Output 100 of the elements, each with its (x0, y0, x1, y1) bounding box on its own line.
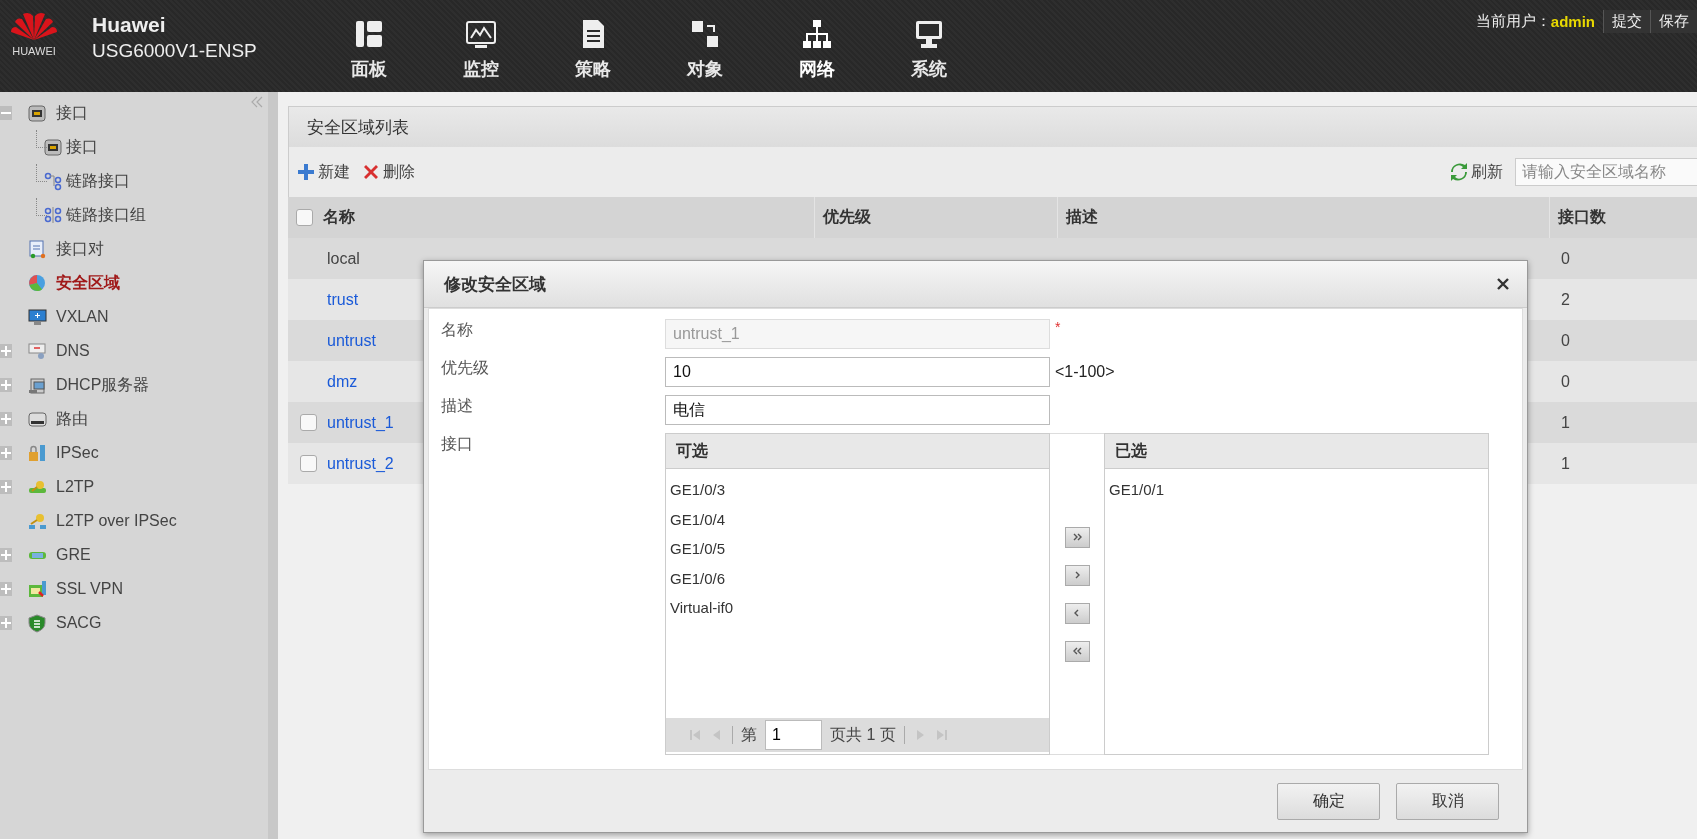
table-cell: 0 (1561, 249, 1570, 268)
checkbox[interactable] (300, 414, 317, 431)
sidebar-item[interactable]: DHCP服务器 (56, 374, 150, 396)
expand-toggle[interactable] (0, 582, 12, 596)
expand-toggle[interactable] (0, 106, 12, 120)
required-mark: * (1055, 319, 1061, 335)
table-cell: 0 (1561, 372, 1570, 391)
table-cell: 1 (1561, 454, 1570, 473)
sidebar-item[interactable]: 路由 (56, 408, 88, 430)
field-label: 描述 (441, 396, 474, 416)
field-label: 优先级 (441, 358, 490, 378)
pager-text: 页共 1 页 (830, 724, 896, 745)
zone-link[interactable]: untrust_2 (327, 454, 394, 473)
shield-icon (28, 613, 47, 633)
expand-toggle[interactable] (0, 378, 12, 392)
last-page-icon (934, 728, 949, 742)
list-item[interactable]: GE1/0/3 (666, 475, 1049, 505)
table-cell: local (327, 249, 360, 268)
column-header: 优先级 (823, 207, 871, 227)
network-icon (800, 18, 833, 50)
sidebar-item[interactable]: 安全区域 (56, 272, 120, 294)
zone-link[interactable]: untrust_1 (327, 413, 394, 432)
field-label: 名称 (441, 320, 474, 340)
lock-icon (28, 443, 47, 463)
sidebar-item[interactable]: VXLAN (56, 308, 109, 326)
column-header: 名称 (323, 207, 355, 227)
checkbox[interactable] (300, 455, 317, 472)
nav-tab[interactable]: 监控 (424, 0, 537, 92)
expand-toggle[interactable] (0, 344, 12, 358)
first-page-icon (688, 728, 702, 742)
certificate-icon (28, 579, 47, 599)
move-all-left-icon (1071, 646, 1083, 656)
input-field[interactable]: 电信 (665, 395, 1050, 425)
zone-link[interactable]: untrust (327, 331, 376, 350)
sidebar-item[interactable]: GRE (56, 546, 91, 564)
list-title: 可选 (676, 440, 708, 462)
move-left-button[interactable] (1064, 602, 1090, 624)
sidebar-item[interactable]: L2TP over IPSec (56, 512, 177, 530)
close-icon (1497, 278, 1509, 290)
input-field[interactable]: 10 (665, 357, 1050, 387)
nav-tab[interactable]: 面板 (312, 0, 425, 92)
sidebar-item[interactable]: DNS (56, 342, 90, 360)
sidebar-item[interactable]: L2TP (56, 478, 95, 496)
dialog-button[interactable]: 取消 (1396, 782, 1499, 820)
server-icon (28, 375, 47, 395)
drive-icon (28, 409, 47, 429)
refresh-icon (1450, 163, 1468, 181)
checkbox[interactable] (296, 209, 313, 226)
dialog-button[interactable]: 确定 (1277, 782, 1380, 820)
top-action-button[interactable]: 提交 (1603, 9, 1650, 33)
expand-toggle[interactable] (0, 480, 12, 494)
add-button[interactable]: 新建 (297, 161, 350, 183)
user-name: admin (1550, 12, 1595, 30)
move-all-left-button[interactable] (1064, 640, 1090, 662)
column-header: 接口数 (1558, 207, 1606, 227)
table-cell: 0 (1561, 331, 1570, 350)
key-icon (28, 511, 47, 531)
expand-toggle[interactable] (0, 616, 12, 630)
close-button[interactable] (1495, 276, 1511, 292)
expand-toggle[interactable] (0, 548, 12, 562)
nav-tab[interactable]: 系统 (872, 0, 985, 92)
logo-text: HUAWEI (12, 46, 56, 57)
list-item[interactable]: GE1/0/4 (666, 504, 1049, 534)
nav-tab[interactable]: 对象 (648, 0, 761, 92)
move-right-button[interactable] (1064, 564, 1090, 586)
sidebar-item[interactable]: SSL VPN (56, 580, 123, 598)
expand-toggle[interactable] (0, 412, 12, 426)
sidebar-item[interactable]: SACG (56, 614, 102, 632)
field-label: 接口 (441, 434, 474, 454)
product-model: USG6000V1-ENSP (92, 39, 257, 63)
range-hint: <1-100> (1055, 363, 1115, 381)
expand-toggle[interactable] (0, 446, 12, 460)
list-item[interactable]: Virtual-if0 (666, 593, 1049, 623)
sidebar-item[interactable]: 链路接口组 (66, 204, 146, 226)
list-title: 已选 (1115, 440, 1147, 462)
sidebar-item[interactable]: 接口对 (56, 238, 104, 260)
list-item[interactable]: GE1/0/5 (666, 534, 1049, 564)
sidebar-item[interactable]: 接口 (66, 136, 98, 158)
page-field[interactable]: 1 (765, 720, 822, 750)
user-label: 当前用户： (1475, 11, 1551, 31)
table-cell: 2 (1561, 290, 1570, 309)
top-action-button[interactable]: 保存 (1650, 9, 1697, 33)
column-header: 描述 (1066, 207, 1098, 227)
port-icon (44, 137, 63, 157)
collapse-icon[interactable] (250, 96, 264, 108)
zone-link[interactable]: dmz (327, 372, 358, 391)
search-field[interactable]: 请输入安全区域名称 (1515, 158, 1697, 186)
sidebar-item[interactable]: 接口 (56, 102, 88, 124)
list-item[interactable]: GE1/0/1 (1105, 475, 1488, 505)
nav-tab[interactable]: 网络 (760, 0, 873, 92)
zone-link[interactable]: trust (327, 290, 359, 309)
move-all-right-button[interactable] (1064, 526, 1090, 548)
refresh-button[interactable]: 刷新 (1450, 161, 1503, 183)
delete-button[interactable]: 删除 (362, 161, 415, 183)
sidebar-item[interactable]: IPSec (56, 444, 99, 462)
nav-tab[interactable]: 策略 (536, 0, 649, 92)
panel-title: 安全区域列表 (307, 116, 409, 139)
list-item[interactable]: GE1/0/6 (666, 563, 1049, 593)
sidebar-item[interactable]: 链路接口 (66, 170, 130, 192)
product-name: Huawei (92, 12, 167, 38)
